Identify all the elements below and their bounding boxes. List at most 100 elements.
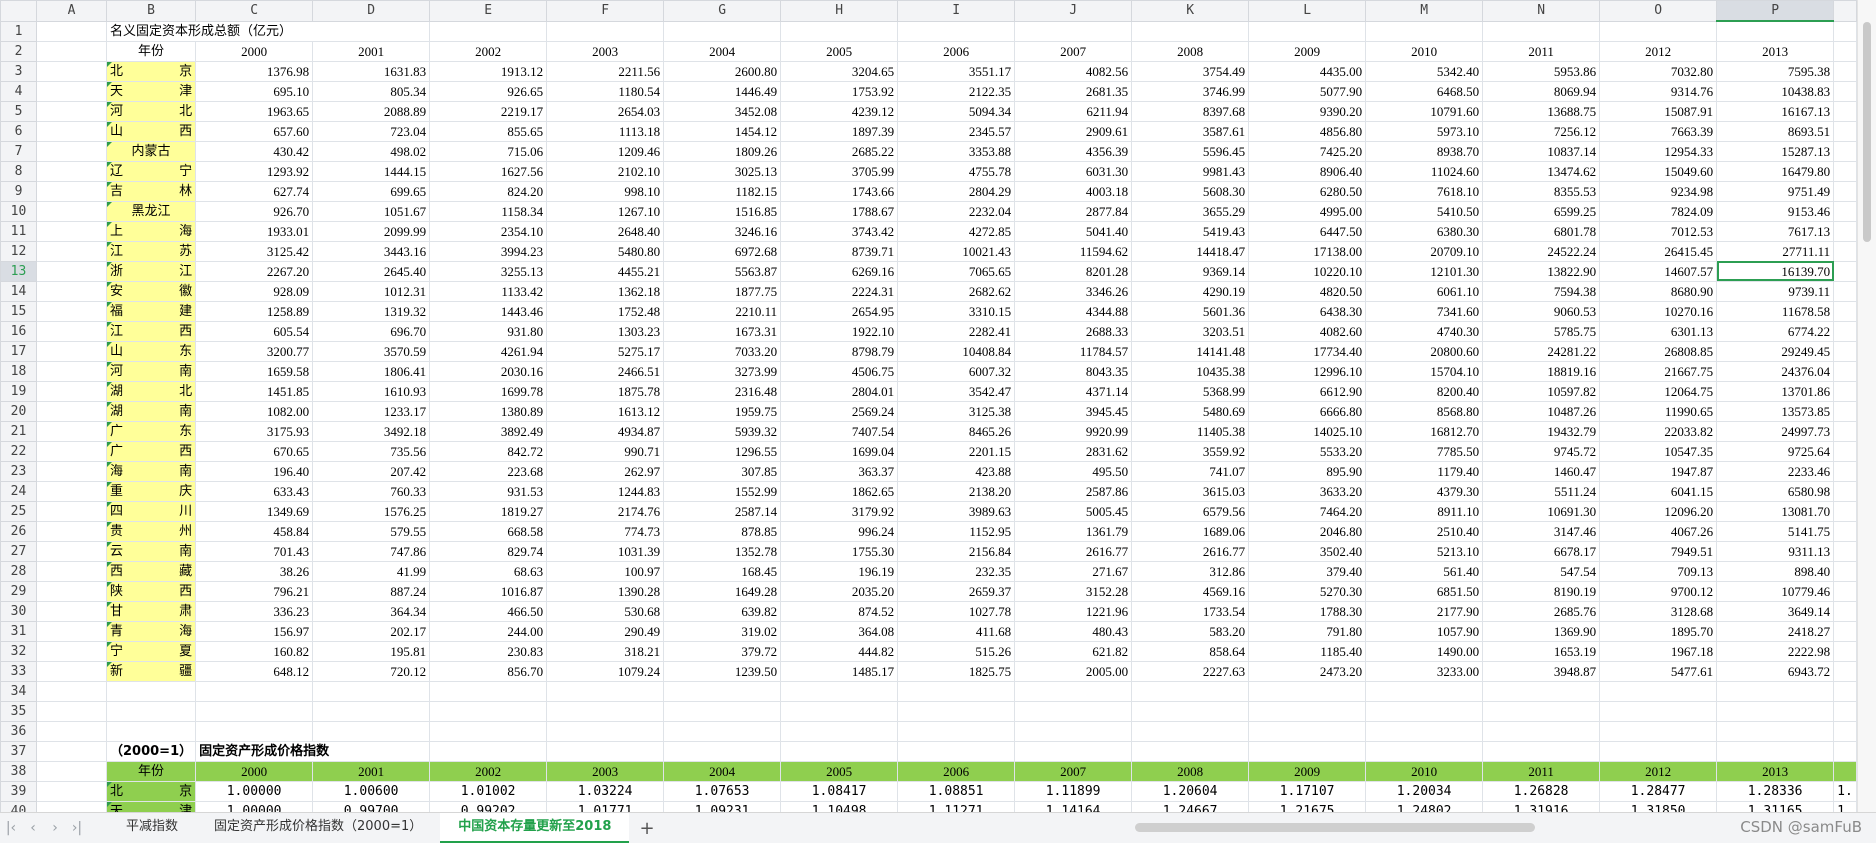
row-header[interactable]: 25 [0, 500, 37, 522]
value-cell[interactable]: 3443.16 [312, 240, 431, 262]
empty-cell[interactable] [36, 500, 107, 522]
value-cell[interactable]: 15287.13 [1716, 140, 1835, 162]
value-cell[interactable]: 2046.80 [1248, 520, 1367, 542]
empty-cell[interactable] [429, 700, 548, 722]
empty-cell[interactable] [1365, 700, 1484, 722]
value-cell[interactable]: 12101.30 [1365, 260, 1484, 282]
value-cell[interactable]: 670.65 [195, 440, 314, 462]
value-cell[interactable]: 8190.19 [1482, 580, 1601, 602]
value-cell[interactable]: 3743.42 [780, 220, 899, 242]
value-cell[interactable]: 561.40 [1365, 560, 1484, 582]
empty-cell[interactable] [36, 540, 107, 562]
value-cell[interactable]: 2685.76 [1482, 600, 1601, 622]
value-cell[interactable]: 8568.80 [1365, 400, 1484, 422]
value-cell[interactable]: 11990.65 [1599, 400, 1718, 422]
empty-cell[interactable] [429, 20, 548, 42]
empty-cell[interactable] [1014, 700, 1133, 722]
value-cell[interactable]: 1809.26 [663, 140, 782, 162]
value-cell[interactable]: 1361.79 [1014, 520, 1133, 542]
select-all-corner[interactable] [0, 0, 37, 22]
value-cell[interactable]: 13688.75 [1482, 100, 1601, 122]
value-cell[interactable]: 735.56 [312, 440, 431, 462]
index-value-cell[interactable]: 1.10498 [780, 800, 899, 812]
value-cell[interactable]: 12954.33 [1599, 140, 1718, 162]
value-cell[interactable]: 2804.29 [897, 180, 1016, 202]
index-value-cell[interactable]: 1.31850 [1599, 800, 1718, 812]
value-cell[interactable]: 926.70 [195, 200, 314, 222]
value-cell[interactable]: 701.43 [195, 540, 314, 562]
value-cell[interactable]: 2654.03 [546, 100, 665, 122]
year-header-cell[interactable]: 2003 [546, 40, 665, 62]
value-cell[interactable]: 1303.23 [546, 320, 665, 342]
value-cell[interactable]: 5511.24 [1482, 480, 1601, 502]
value-cell[interactable]: 271.67 [1014, 560, 1133, 582]
empty-cell[interactable] [36, 120, 107, 142]
base-year-label-cell[interactable]: （2000=1） [105, 740, 197, 762]
empty-cell[interactable] [36, 200, 107, 222]
value-cell[interactable]: 1244.83 [546, 480, 665, 502]
value-cell[interactable]: 1552.99 [663, 480, 782, 502]
value-cell[interactable]: 605.54 [195, 320, 314, 342]
empty-cell[interactable] [897, 680, 1016, 702]
value-cell[interactable]: 3353.88 [897, 140, 1016, 162]
value-cell[interactable]: 26808.85 [1599, 340, 1718, 362]
value-cell[interactable]: 8069.94 [1482, 80, 1601, 102]
value-cell[interactable]: 6943.72 [1716, 660, 1835, 682]
value-cell[interactable]: 805.34 [312, 80, 431, 102]
value-cell[interactable]: 14141.48 [1131, 340, 1250, 362]
empty-cell[interactable] [1482, 680, 1601, 702]
year-header-cell[interactable]: 2004 [663, 760, 782, 782]
province-name-cell[interactable]: 江西 [105, 320, 197, 342]
value-cell[interactable]: 720.12 [312, 660, 431, 682]
row-header[interactable]: 17 [0, 340, 37, 362]
value-cell[interactable]: 8739.71 [780, 240, 899, 262]
year-header-cell[interactable]: 2000 [195, 40, 314, 62]
value-cell[interactable]: 1959.75 [663, 400, 782, 422]
value-cell[interactable]: 20800.60 [1365, 340, 1484, 362]
value-cell[interactable]: 2510.40 [1365, 520, 1484, 542]
column-header-G[interactable]: G [663, 0, 782, 22]
empty-cell[interactable] [1365, 20, 1484, 42]
value-cell[interactable]: 262.97 [546, 460, 665, 482]
year-header-cell[interactable]: 2007 [1014, 760, 1133, 782]
value-cell[interactable]: 11405.38 [1131, 420, 1250, 442]
value-cell[interactable]: 7949.51 [1599, 540, 1718, 562]
province-name-cell[interactable]: 重庆 [105, 480, 197, 502]
value-cell[interactable]: 312.86 [1131, 560, 1250, 582]
empty-cell[interactable] [663, 700, 782, 722]
value-cell[interactable]: 774.73 [546, 520, 665, 542]
empty-cell[interactable] [1716, 720, 1835, 742]
row-header[interactable]: 18 [0, 360, 37, 382]
year-header-cell[interactable]: 2000 [195, 760, 314, 782]
value-cell[interactable]: 3452.08 [663, 100, 782, 122]
value-cell[interactable]: 7617.13 [1716, 220, 1835, 242]
value-cell[interactable]: 4261.94 [429, 340, 548, 362]
year-header-cell[interactable]: 2005 [780, 40, 899, 62]
value-cell[interactable]: 547.54 [1482, 560, 1601, 582]
value-cell[interactable]: 1627.56 [429, 160, 548, 182]
index-value-cell[interactable]: 1. [1833, 800, 1857, 812]
empty-cell[interactable] [1833, 380, 1857, 402]
value-cell[interactable]: 2177.90 [1365, 600, 1484, 622]
value-cell[interactable]: 3587.61 [1131, 120, 1250, 142]
value-cell[interactable]: 2088.89 [312, 100, 431, 122]
value-cell[interactable]: 1209.46 [546, 140, 665, 162]
value-cell[interactable]: 5275.17 [546, 340, 665, 362]
year-header-cell[interactable]: 2008 [1131, 760, 1250, 782]
value-cell[interactable]: 100.97 [546, 560, 665, 582]
index-value-cell[interactable]: 1.00000 [195, 780, 314, 802]
value-cell[interactable]: 2035.20 [780, 580, 899, 602]
province-name-cell[interactable]: 甘肃 [105, 600, 197, 622]
value-cell[interactable]: 3502.40 [1248, 540, 1367, 562]
value-cell[interactable]: 2473.20 [1248, 660, 1367, 682]
value-cell[interactable]: 1788.67 [780, 200, 899, 222]
value-cell[interactable]: 223.68 [429, 460, 548, 482]
value-cell[interactable]: 1079.24 [546, 660, 665, 682]
value-cell[interactable]: 7824.09 [1599, 200, 1718, 222]
empty-cell[interactable] [897, 740, 1016, 762]
row-header[interactable]: 40 [0, 800, 37, 812]
value-cell[interactable]: 4455.21 [546, 260, 665, 282]
value-cell[interactable]: 3649.14 [1716, 600, 1835, 622]
value-cell[interactable]: 16167.13 [1716, 100, 1835, 122]
index-value-cell[interactable]: 1. [1833, 780, 1857, 802]
